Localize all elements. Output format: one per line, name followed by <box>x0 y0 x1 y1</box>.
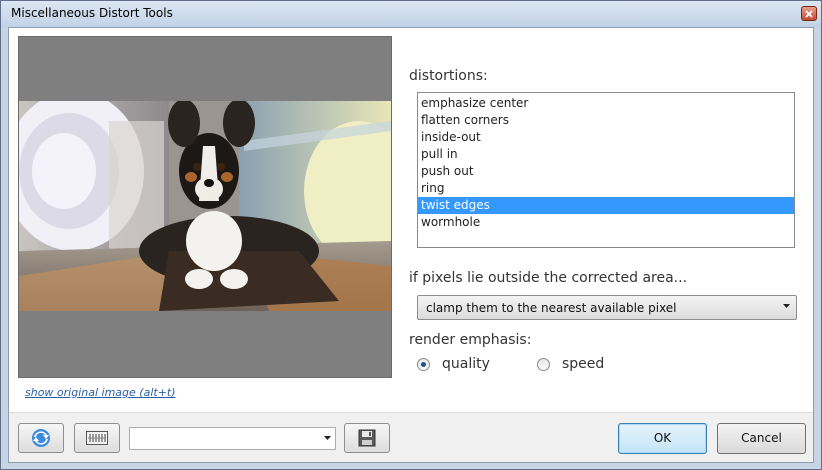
radio-speed-label: speed <box>562 356 605 372</box>
chevron-down-icon <box>783 304 790 308</box>
refresh-icon <box>32 429 50 447</box>
close-icon <box>805 10 813 18</box>
randomize-button[interactable] <box>74 423 120 453</box>
chevron-down-icon <box>324 436 331 440</box>
preset-combo[interactable] <box>129 427 336 450</box>
save-preset-button[interactable] <box>344 423 390 453</box>
dialog-client-area: show original image (alt+t) distortions:… <box>8 27 814 463</box>
edge-handling-dropdown[interactable]: clamp them to the nearest available pixe… <box>417 295 797 320</box>
show-original-link[interactable]: show original image (alt+t) <box>25 386 176 399</box>
cancel-button[interactable]: Cancel <box>717 423 806 454</box>
distortion-item[interactable]: ring <box>418 180 794 197</box>
radio-quality-button[interactable] <box>417 357 430 371</box>
close-button[interactable] <box>801 6 817 21</box>
radio-speed[interactable]: speed <box>537 356 604 372</box>
edge-handling-label: if pixels lie outside the corrected area… <box>409 270 688 286</box>
dialog-window: Miscellaneous Distort Tools show origina… <box>0 0 822 470</box>
radio-speed-button[interactable] <box>537 357 550 371</box>
distortion-item[interactable]: push out <box>418 163 794 180</box>
radio-quality-label: quality <box>442 356 490 372</box>
preview-image <box>19 101 391 311</box>
distortion-item[interactable]: pull in <box>418 146 794 163</box>
edge-handling-value: clamp them to the nearest available pixe… <box>426 301 677 315</box>
distortion-item[interactable]: twist edges <box>418 197 794 214</box>
image-preview <box>18 36 392 378</box>
radio-quality[interactable]: quality <box>417 356 490 372</box>
dialog-footer: OK Cancel <box>9 412 813 462</box>
distortions-list[interactable]: emphasize center flatten corners inside-ou… <box>417 92 795 248</box>
distortion-item[interactable]: flatten corners <box>418 112 794 129</box>
distortions-label: distortions: <box>409 68 488 84</box>
distortion-item[interactable]: inside-out <box>418 129 794 146</box>
window-title: Miscellaneous Distort Tools <box>11 6 173 20</box>
save-preset-icon <box>358 429 376 447</box>
distortion-item[interactable]: wormhole <box>418 214 794 231</box>
ok-button[interactable]: OK <box>618 423 707 454</box>
title-bar: Miscellaneous Distort Tools <box>1 1 821 27</box>
refresh-button[interactable] <box>18 423 64 453</box>
distortion-item[interactable]: emphasize center <box>418 95 794 112</box>
randomize-icon <box>86 431 108 445</box>
render-emphasis-label: render emphasis: <box>409 332 532 348</box>
